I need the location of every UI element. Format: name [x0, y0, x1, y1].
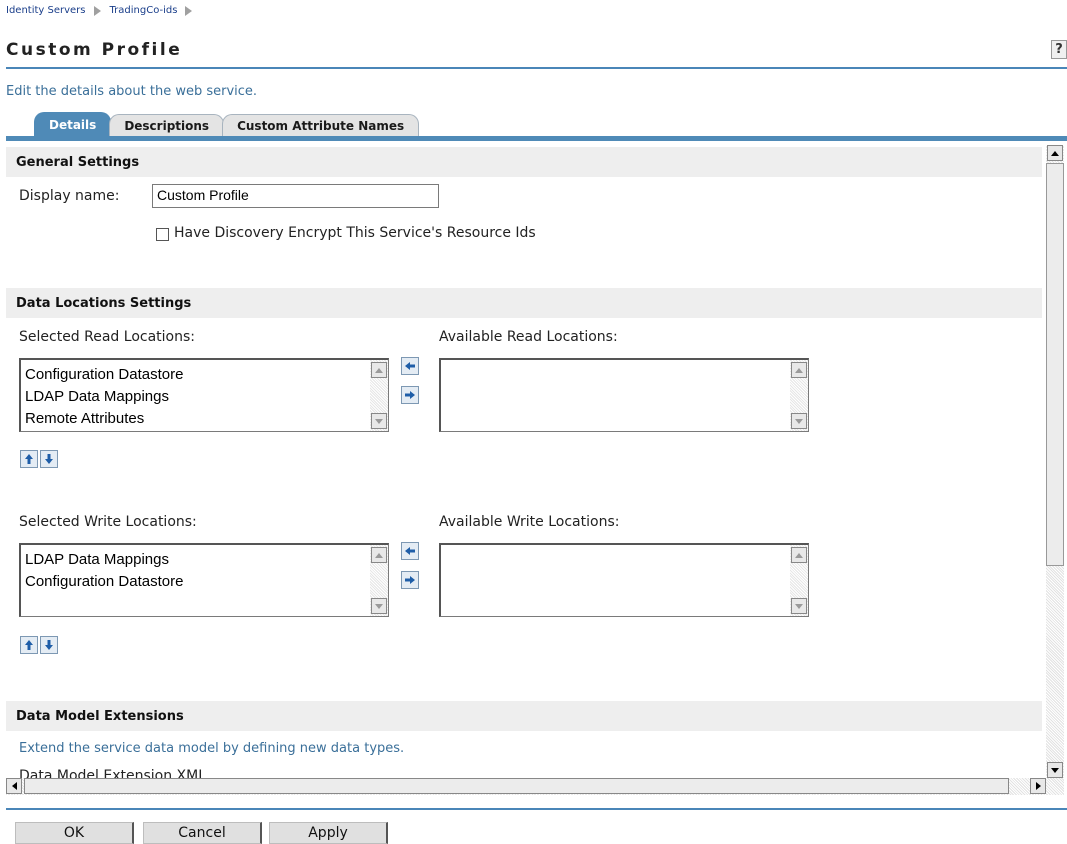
available-read-label: Available Read Locations:: [439, 329, 618, 345]
list-item[interactable]: Configuration Datastore: [25, 571, 183, 593]
scroll-down-icon[interactable]: [371, 413, 387, 429]
scroll-up-icon[interactable]: [791, 547, 807, 563]
move-left-icon[interactable]: [401, 357, 419, 375]
selected-write-list[interactable]: LDAP Data Mappings Configuration Datasto…: [19, 543, 389, 617]
list-scrollbar[interactable]: [790, 545, 808, 616]
breadcrumb-identity-servers[interactable]: Identity Servers: [6, 5, 86, 16]
list-item[interactable]: Configuration Datastore: [25, 364, 183, 386]
move-down-icon[interactable]: [40, 636, 58, 654]
extensions-xml-label: Data Model Extension XML: [19, 768, 207, 778]
page-intro: Edit the details about the web service.: [6, 84, 258, 99]
move-up-icon[interactable]: [20, 450, 38, 468]
scrollbar-thumb[interactable]: [1046, 163, 1064, 566]
footer-divider: [6, 808, 1067, 810]
ok-button[interactable]: OK: [15, 822, 134, 844]
page-horizontal-scrollbar[interactable]: [6, 778, 1064, 795]
scrollbar-thumb[interactable]: [24, 778, 1009, 794]
page-title: Custom Profile: [6, 40, 183, 60]
scroll-down-icon[interactable]: [791, 598, 807, 614]
page-vertical-scrollbar[interactable]: [1046, 145, 1064, 778]
available-write-label: Available Write Locations:: [439, 514, 620, 530]
list-scrollbar[interactable]: [370, 545, 388, 616]
breadcrumb-tradingco-ids[interactable]: TradingCo-ids: [110, 5, 178, 16]
extensions-description: Extend the service data model by definin…: [19, 741, 405, 756]
breadcrumb-separator-icon: [185, 5, 193, 16]
selected-write-label: Selected Write Locations:: [19, 514, 197, 530]
content-panel: General Settings Display name: Custom Pr…: [6, 141, 1042, 778]
display-name-label: Display name:: [19, 188, 120, 204]
list-scrollbar[interactable]: [370, 360, 388, 431]
scroll-up-icon[interactable]: [791, 362, 807, 378]
move-down-icon[interactable]: [40, 450, 58, 468]
move-right-icon[interactable]: [401, 571, 419, 589]
list-scrollbar[interactable]: [790, 360, 808, 431]
scroll-left-icon[interactable]: [6, 778, 22, 794]
encrypt-checkbox-label: Have Discovery Encrypt This Service's Re…: [174, 225, 536, 241]
scroll-up-icon[interactable]: [371, 362, 387, 378]
selected-read-list[interactable]: Configuration Datastore LDAP Data Mappin…: [19, 358, 389, 432]
move-left-icon[interactable]: [401, 542, 419, 560]
cancel-button[interactable]: Cancel: [143, 822, 262, 844]
available-read-list[interactable]: [439, 358, 809, 432]
encrypt-checkbox[interactable]: [156, 228, 169, 241]
display-name-field[interactable]: Custom Profile: [152, 184, 439, 208]
list-item[interactable]: Remote Attributes: [25, 408, 183, 430]
available-write-list[interactable]: [439, 543, 809, 617]
general-settings-heading: General Settings: [6, 147, 1042, 177]
apply-button[interactable]: Apply: [269, 822, 388, 844]
data-model-extensions-heading: Data Model Extensions: [6, 701, 1042, 731]
scroll-down-icon[interactable]: [371, 598, 387, 614]
scroll-up-icon[interactable]: [1047, 145, 1063, 161]
tab-details[interactable]: Details: [34, 112, 112, 137]
scroll-up-icon[interactable]: [371, 547, 387, 563]
list-item[interactable]: LDAP Data Mappings: [25, 549, 183, 571]
tab-bar: Details Descriptions Custom Attribute Na…: [34, 109, 420, 137]
scroll-down-icon[interactable]: [1047, 762, 1063, 778]
data-locations-heading: Data Locations Settings: [6, 288, 1042, 318]
list-item[interactable]: LDAP Data Mappings: [25, 386, 183, 408]
breadcrumb: Identity Servers TradingCo-ids: [6, 5, 195, 16]
move-up-icon[interactable]: [20, 636, 38, 654]
selected-read-label: Selected Read Locations:: [19, 329, 195, 345]
help-icon[interactable]: ?: [1051, 40, 1067, 59]
scroll-down-icon[interactable]: [791, 413, 807, 429]
tab-descriptions[interactable]: Descriptions: [109, 114, 225, 137]
title-divider: [6, 67, 1067, 69]
tab-custom-attribute-names[interactable]: Custom Attribute Names: [222, 114, 420, 137]
move-right-icon[interactable]: [401, 386, 419, 404]
breadcrumb-separator-icon: [93, 5, 101, 16]
scroll-right-icon[interactable]: [1030, 778, 1046, 794]
